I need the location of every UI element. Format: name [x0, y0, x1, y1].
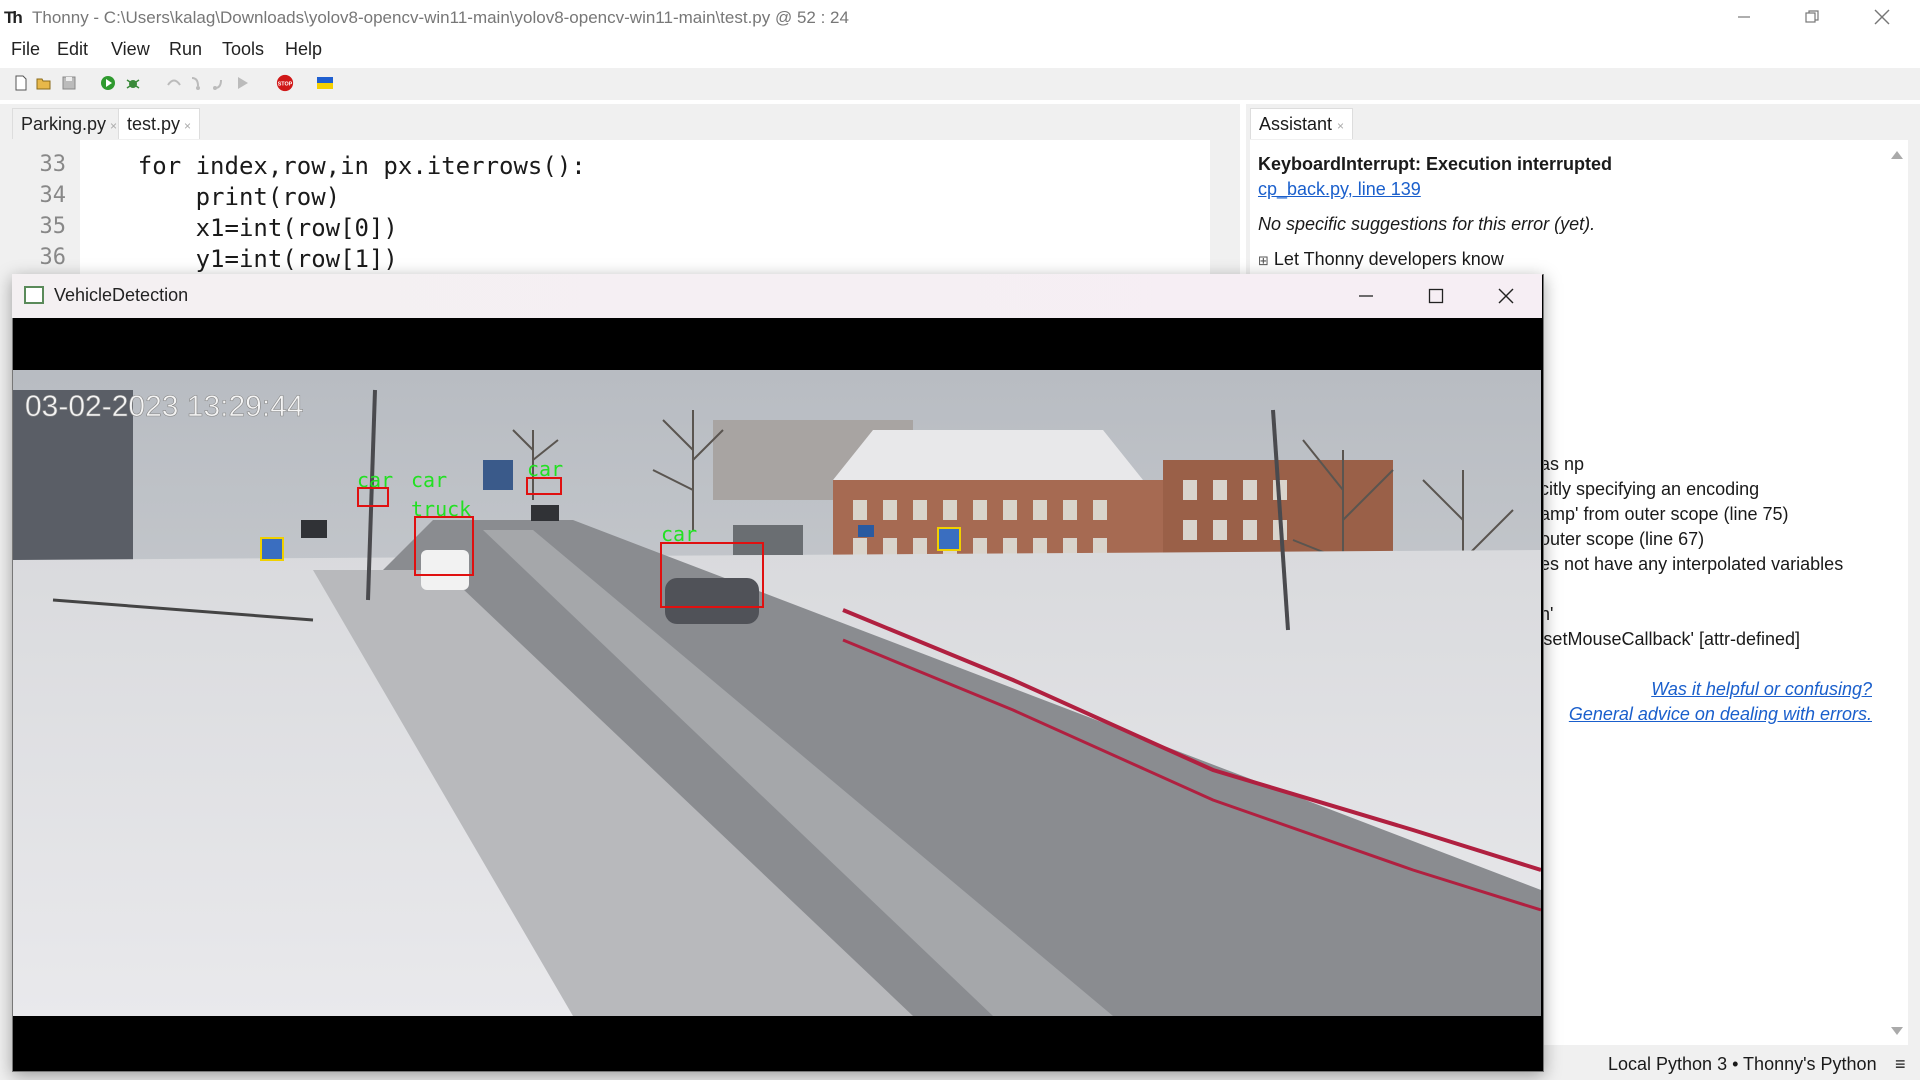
menu-tools[interactable]: Tools — [222, 39, 264, 60]
error-location-link[interactable]: cp_back.py, line 139 — [1258, 179, 1421, 200]
bus-stop — [733, 525, 803, 555]
step-out-icon[interactable] — [211, 74, 229, 92]
menu-edit[interactable]: Edit — [57, 39, 88, 60]
debug-icon[interactable] — [124, 74, 142, 92]
tab-close-icon[interactable]: × — [1337, 119, 1344, 133]
close-icon — [1498, 288, 1514, 304]
warning-line: 'setMouseCallback' [attr-defined] — [1540, 629, 1800, 649]
scroll-down-icon[interactable] — [1890, 1026, 1904, 1036]
warning-line: as np — [1540, 454, 1585, 474]
advice-link[interactable]: General advice on dealing with errors. — [1569, 704, 1872, 725]
line-number: 35 — [39, 214, 67, 239]
menu-run[interactable]: Run — [169, 39, 202, 60]
detection-label: car — [357, 468, 393, 492]
warning-line: es not have any interpolated variables — [1540, 554, 1844, 574]
tab-label: test.py — [127, 114, 181, 134]
new-file-icon[interactable] — [12, 74, 30, 92]
save-icon[interactable] — [60, 74, 78, 92]
bus-sign — [858, 525, 874, 537]
tab-parking[interactable]: Parking.py × — [12, 108, 127, 139]
vd-close-button[interactable] — [1476, 280, 1536, 312]
step-over-icon[interactable] — [165, 74, 183, 92]
line-number: 33 — [39, 152, 67, 177]
building-roof — [833, 430, 1143, 480]
minimize-icon — [1359, 295, 1373, 297]
open-file-icon[interactable] — [35, 74, 53, 92]
stop-icon-text: STOP — [278, 82, 293, 88]
warning-line: outer scope (line 67) — [1540, 529, 1705, 549]
vehicle-window-titlebar[interactable] — [12, 274, 1542, 318]
tab-assistant[interactable]: Assistant × — [1250, 108, 1354, 139]
detection-label: car — [661, 522, 697, 546]
helpful-link[interactable]: Was it helpful or confusing? — [1651, 679, 1872, 700]
tab-label: Assistant — [1259, 114, 1333, 134]
crosswalk-sign — [937, 527, 961, 551]
maximize-icon — [1428, 288, 1444, 304]
line-number: 34 — [39, 183, 67, 208]
code-line: x1=int(row[0]) — [80, 214, 398, 242]
minimize-button[interactable] — [1714, 0, 1774, 34]
detection-label: car — [527, 457, 563, 481]
restore-button[interactable] — [1782, 0, 1842, 34]
thonny-logo-icon: Th — [4, 8, 23, 27]
let-know-row[interactable]: ⊞ Let Thonny developers know — [1258, 249, 1504, 270]
camera-scene: car car car truck car 03-02-2023 13:29:4… — [13, 370, 1541, 1016]
code-line: for index,row,in px.iterrows(): — [80, 152, 586, 180]
menu-icon[interactable]: ≡ — [1895, 1054, 1906, 1075]
detection-label: car — [411, 468, 447, 492]
close-button[interactable] — [1852, 0, 1912, 34]
stop-icon[interactable]: STOP — [276, 74, 294, 92]
run-icon[interactable] — [99, 74, 117, 92]
vehicle-window-title: VehicleDetection — [54, 285, 189, 305]
vd-minimize-button[interactable] — [1336, 280, 1396, 312]
interpreter-selector[interactable]: Local Python 3 • Thonny's Python — [1608, 1054, 1877, 1075]
menu-file[interactable]: File — [11, 39, 40, 60]
vd-maximize-button[interactable] — [1406, 280, 1466, 312]
restore-icon — [1805, 10, 1819, 23]
ukraine-flag-icon[interactable] — [316, 74, 334, 92]
warning-line: citly specifying an encoding — [1540, 479, 1760, 499]
video-frame: car car car truck car 03-02-2023 13:29:4… — [13, 370, 1541, 1016]
tab-close-icon[interactable]: × — [110, 119, 117, 133]
resume-icon[interactable] — [234, 74, 252, 92]
code-editor[interactable]: for index,row,in px.iterrows(): print(ro… — [80, 140, 1210, 280]
timestamp-overlay: 03-02-2023 13:29:44 — [25, 390, 304, 423]
warning-line: amp' from outer scope (line 75) — [1540, 504, 1789, 524]
window-app-icon — [24, 286, 44, 304]
tab-label: Parking.py — [21, 114, 107, 134]
minimize-icon — [1738, 16, 1750, 18]
crosswalk-sign-left — [260, 537, 284, 561]
detection-label: truck — [411, 497, 471, 521]
assistant-scrollbar[interactable] — [1886, 140, 1908, 1045]
code-line: y1=int(row[1]) — [80, 245, 398, 273]
close-icon — [1874, 9, 1890, 25]
tab-test[interactable]: test.py × — [118, 108, 201, 139]
code-line: print(row) — [80, 183, 341, 211]
tab-close-icon[interactable]: × — [184, 119, 191, 133]
expand-icon[interactable]: ⊞ — [1258, 253, 1269, 268]
step-into-icon[interactable] — [188, 74, 206, 92]
no-suggestions-text: No specific suggestions for this error (… — [1258, 214, 1596, 234]
line-number-gutter: 33 34 35 36 — [14, 140, 80, 280]
menu-view[interactable]: View — [111, 39, 150, 60]
let-know-label: Let Thonny developers know — [1273, 249, 1504, 269]
scroll-up-icon[interactable] — [1890, 150, 1904, 160]
menu-help[interactable]: Help — [285, 39, 322, 60]
line-number: 36 — [39, 245, 67, 270]
error-title: KeyboardInterrupt: Execution interrupted — [1258, 154, 1613, 174]
window-title: Thonny - C:\Users\kalag\Downloads\yolov8… — [32, 8, 849, 27]
